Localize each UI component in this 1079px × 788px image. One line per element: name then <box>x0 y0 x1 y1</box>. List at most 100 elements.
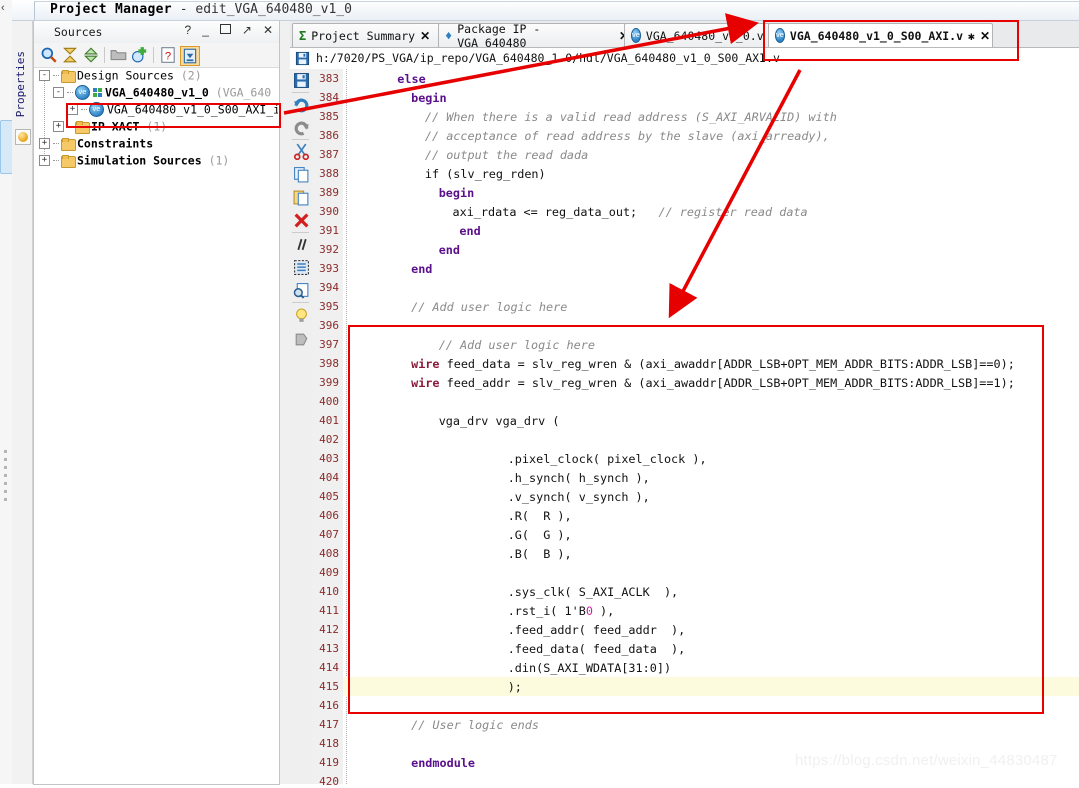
sources-tree[interactable]: - Design Sources (2) - ve VGA_640480_v1_0 (V… <box>35 68 278 783</box>
code-token: wire <box>411 357 440 371</box>
code-line[interactable]: // User logic ends <box>343 715 1079 734</box>
save-icon[interactable] <box>295 51 310 66</box>
code-line[interactable] <box>343 430 1079 449</box>
search-icon[interactable] <box>40 46 58 64</box>
code-line[interactable]: .din(S_AXI_WDATA[31:0]) <box>343 658 1079 677</box>
tree-expander[interactable]: - <box>53 87 64 98</box>
tree-item-vga-640480-v1-0[interactable]: - ve VGA_640480_v1_0 (VGA_640 <box>35 85 278 102</box>
close-button[interactable]: ✕ <box>263 24 273 36</box>
maximize-button[interactable] <box>219 24 231 36</box>
edit-mode-icon[interactable] <box>293 331 310 348</box>
code-line[interactable]: .h_synch( h_synch ), <box>343 468 1079 487</box>
code-line[interactable]: begin <box>343 88 1079 107</box>
code-line[interactable]: // acceptance of read address by the sla… <box>343 126 1079 145</box>
line-number: 384 <box>319 91 339 104</box>
code-line[interactable] <box>343 392 1079 411</box>
tree-expander[interactable]: + <box>53 121 64 132</box>
code-line[interactable]: .pixel_clock( pixel_clock ), <box>343 449 1079 468</box>
line-number: 390 <box>319 205 339 218</box>
code-line[interactable]: else <box>343 69 1079 88</box>
collapse-all-icon[interactable] <box>61 46 79 64</box>
code-line[interactable]: .B( B ), <box>343 544 1079 563</box>
open-file-icon[interactable] <box>110 46 128 64</box>
code-line[interactable]: ); <box>343 677 1079 696</box>
line-number: 419 <box>319 756 339 769</box>
cut-icon[interactable] <box>293 143 310 160</box>
line-number: 400 <box>319 395 339 408</box>
select-block-icon[interactable] <box>293 259 310 276</box>
code-line[interactable]: .sys_clk( S_AXI_ACLK ), <box>343 582 1079 601</box>
hint-icon[interactable] <box>293 307 310 324</box>
comment-icon[interactable] <box>293 236 310 253</box>
code-line[interactable]: .feed_addr( feed_addr ), <box>343 620 1079 639</box>
delete-icon[interactable] <box>293 212 310 229</box>
tree-expander[interactable]: + <box>39 138 50 149</box>
find-replace-icon[interactable] <box>293 282 310 299</box>
code-line[interactable]: // Add user logic here <box>343 335 1079 354</box>
editor-tab-3[interactable]: ve VGA_640480_v1_0_S00_AXI.v ✱ ✕ <box>768 23 993 47</box>
code-token: wire <box>411 376 440 390</box>
copy-icon[interactable] <box>293 166 310 183</box>
code-line[interactable] <box>343 316 1079 335</box>
code-line[interactable]: // When there is a valid read address (S… <box>343 107 1079 126</box>
editor-vertical-toolbar <box>290 69 313 784</box>
code-line[interactable]: axi_rdata <= reg_data_out; // register r… <box>343 202 1079 221</box>
code-line[interactable] <box>343 772 1079 784</box>
tree-expander[interactable]: - <box>39 70 50 81</box>
code-line[interactable]: .G( G ), <box>343 525 1079 544</box>
close-tab-button[interactable]: ✕ <box>420 29 430 43</box>
code-line[interactable] <box>343 278 1079 297</box>
folder-icon <box>61 155 76 168</box>
tree-item-constraints[interactable]: + Constraints <box>35 136 278 153</box>
tree-item-design-sources[interactable]: - Design Sources (2) <box>35 68 278 85</box>
code-line[interactable]: end <box>343 240 1079 259</box>
code-line[interactable] <box>343 563 1079 582</box>
add-sources-icon[interactable] <box>131 46 149 64</box>
undo-icon[interactable] <box>293 96 310 113</box>
expand-all-icon[interactable] <box>82 46 100 64</box>
save-icon[interactable] <box>293 72 310 89</box>
code-line[interactable]: // output the read dada <box>343 145 1079 164</box>
tree-expander[interactable]: + <box>39 155 50 166</box>
tree-item-simulation-sources[interactable]: + Simulation Sources (1) <box>35 153 278 170</box>
editor-panel: Σ Project Summary ✕ ♦ Package IP - VGA_64048… <box>290 21 1079 788</box>
code-line[interactable]: .rst_i( 1'B0 ), <box>343 601 1079 620</box>
code-line[interactable]: begin <box>343 183 1079 202</box>
code-line[interactable]: if (slv_reg_rden) <box>343 164 1079 183</box>
help-button[interactable]: ? <box>185 24 192 36</box>
help-icon[interactable]: ? <box>159 46 177 64</box>
tree-expander[interactable]: + <box>67 104 78 115</box>
editor-tab-1[interactable]: ♦Package IP - VGA_640480✕ <box>438 22 636 50</box>
minimize-button[interactable]: _ <box>202 24 209 36</box>
editor-tab-0[interactable]: Σ Project Summary ✕ <box>292 23 450 47</box>
tree-item-ip-xact[interactable]: + IP-XACT (1) <box>35 119 278 136</box>
code-line[interactable]: wire feed_addr = slv_reg_wren & (axi_awa… <box>343 373 1079 392</box>
code-line[interactable]: .v_synch( v_synch ), <box>343 487 1079 506</box>
properties-panel-tab[interactable]: Properties <box>12 21 33 784</box>
paste-icon[interactable] <box>293 189 310 206</box>
code-line[interactable] <box>343 734 1079 753</box>
tree-item-vga-640480-v1-0-s00-axi-i[interactable]: + ve VGA_640480_v1_0_S00_AXI_i <box>35 102 278 119</box>
code-line[interactable]: .R( R ), <box>343 506 1079 525</box>
code-line[interactable]: .feed_data( feed_data ), <box>343 639 1079 658</box>
code-line[interactable]: wire feed_data = slv_reg_wren & (axi_awa… <box>343 354 1079 373</box>
code-area[interactable]: else begin // When there is a valid read a… <box>343 69 1079 784</box>
line-number: 398 <box>319 357 339 370</box>
line-number: 418 <box>319 737 339 750</box>
code-line[interactable]: // Add user logic here <box>343 297 1079 316</box>
code-token: .feed_addr( feed_addr ), <box>507 623 686 637</box>
code-line[interactable]: vga_drv vga_drv ( <box>343 411 1079 430</box>
editor-tab-2[interactable]: veVGA_640480_v1_0.v✕ <box>624 23 779 47</box>
line-number: 406 <box>319 509 339 522</box>
hierarchy-update-icon[interactable] <box>180 46 200 66</box>
rail-splitter-handle[interactable] <box>4 450 8 506</box>
float-button[interactable]: ↗ <box>242 24 252 36</box>
code-token: .din(S_AXI_WDATA[31:0]) <box>507 661 672 675</box>
editor-tabbar: Σ Project Summary ✕ ♦ Package IP - VGA_64048… <box>290 21 1079 50</box>
code-line[interactable] <box>343 696 1079 715</box>
code-line[interactable]: end <box>343 259 1079 278</box>
chevron-left-icon[interactable]: ‹ <box>1 2 5 14</box>
vivado-window: ‹ Project Manager - edit_VGA_640480_v1_0… <box>0 0 1079 788</box>
close-tab-button[interactable]: ✕ <box>980 29 990 43</box>
code-line[interactable]: end <box>343 221 1079 240</box>
